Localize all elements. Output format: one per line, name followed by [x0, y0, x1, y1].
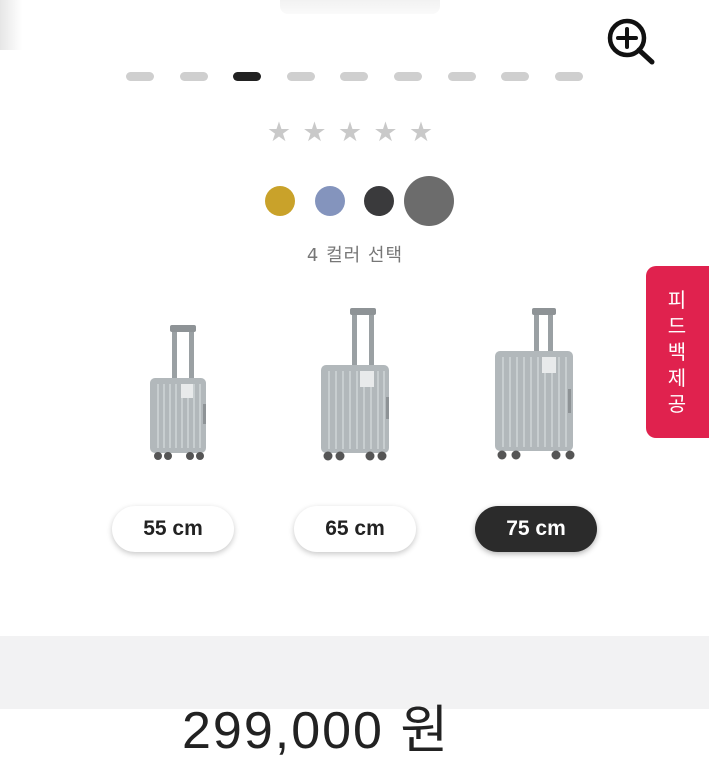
rating-stars: ★ ★ ★ ★ ★: [264, 118, 444, 148]
star-icon: ★: [302, 117, 327, 148]
size-option-label: 55 cm: [143, 517, 203, 540]
color-swatch-grey[interactable]: [404, 176, 454, 226]
feedback-char: 피: [667, 288, 687, 312]
star-icon: ★: [373, 117, 398, 148]
size-option-55cm-button[interactable]: 55 cm: [112, 506, 234, 552]
suitcase-75cm-image[interactable]: [490, 305, 580, 465]
pagination-dot[interactable]: [554, 72, 583, 81]
pagination-dot[interactable]: [501, 72, 530, 81]
product-image-edge: [280, 0, 440, 14]
star-icon: ★: [266, 117, 292, 148]
feedback-tab[interactable]: 피 드 백 제 공: [646, 266, 709, 438]
pagination-dot[interactable]: [233, 72, 262, 81]
color-swatch-blue-grey[interactable]: [315, 186, 345, 216]
product-price: 299,000 원: [182, 702, 451, 760]
pagination-dot[interactable]: [179, 72, 208, 81]
pagination-dot[interactable]: [394, 72, 422, 81]
pagination-dot[interactable]: [340, 72, 369, 81]
feedback-char: 제: [667, 366, 687, 390]
color-count-caption: 4 컬러 선택: [306, 245, 404, 266]
zoom-in-icon: [607, 18, 655, 65]
star-icon: ★: [337, 117, 363, 148]
suitcase-55cm-image[interactable]: [144, 322, 212, 464]
color-swatch-charcoal[interactable]: [364, 186, 394, 216]
feedback-char: 백: [667, 340, 687, 364]
feedback-char: 드: [667, 314, 687, 338]
size-option-label: 75 cm: [506, 517, 566, 540]
size-option-65cm-button[interactable]: 65 cm: [294, 506, 416, 552]
pagination-dot[interactable]: [447, 72, 476, 81]
pagination-dot[interactable]: [286, 72, 315, 81]
size-option-label: 65 cm: [325, 517, 385, 540]
star-icon: ★: [408, 117, 434, 148]
suitcase-65cm-image[interactable]: [314, 305, 396, 465]
size-option-75cm-button[interactable]: 75 cm: [475, 506, 597, 552]
previous-image-edge: [0, 0, 22, 50]
zoom-button[interactable]: [603, 16, 659, 68]
feedback-char: 공: [667, 392, 687, 416]
pagination-dot[interactable]: [126, 72, 154, 81]
color-swatch-mustard[interactable]: [265, 186, 295, 216]
